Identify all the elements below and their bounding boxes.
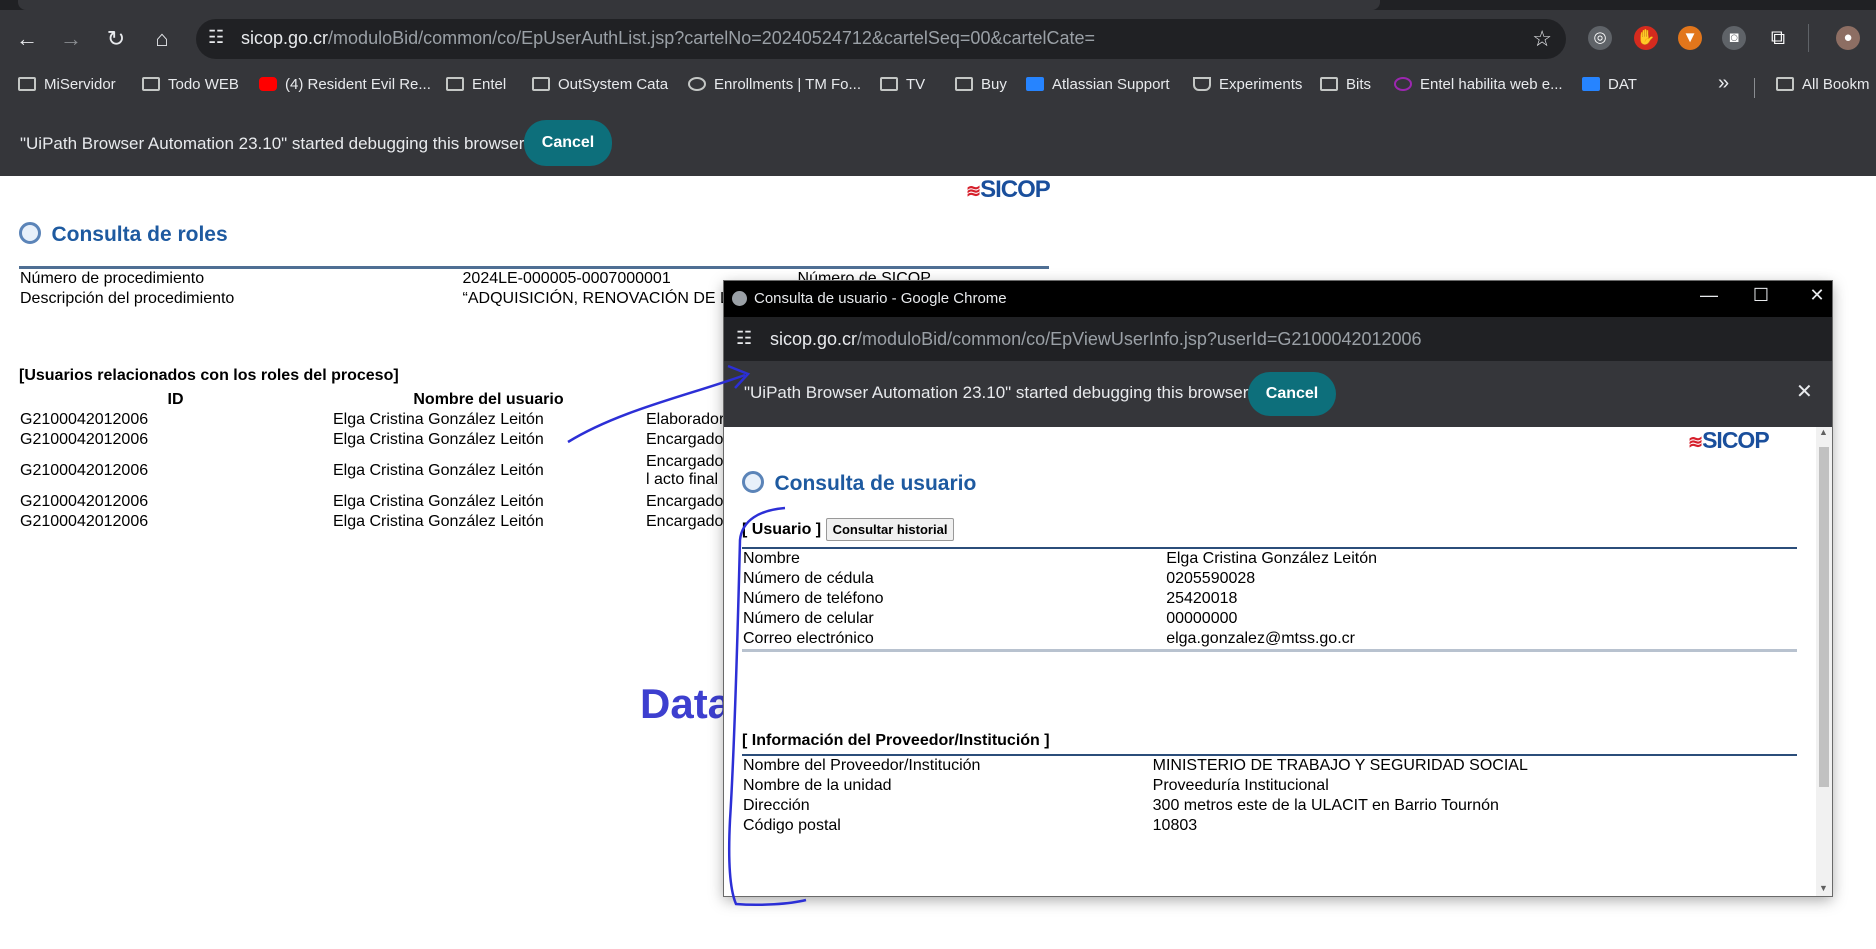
annotation-overlay xyxy=(567,364,807,907)
annotation-bracket-icon xyxy=(728,506,807,907)
annotation-arrow-icon xyxy=(567,373,746,444)
